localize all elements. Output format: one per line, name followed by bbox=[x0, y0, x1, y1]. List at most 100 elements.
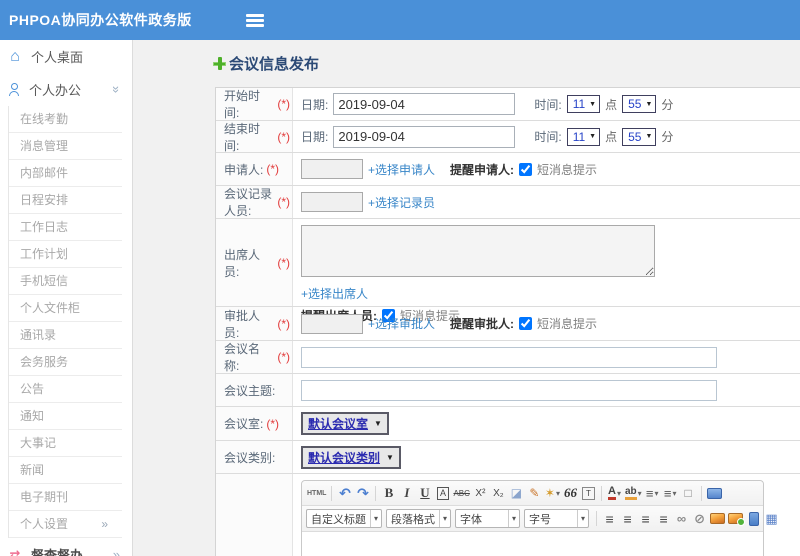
format-brush-icon[interactable]: ✎ bbox=[526, 484, 543, 502]
new-page-icon[interactable]: □ bbox=[680, 484, 697, 502]
sidebar-item-notice[interactable]: 通知 bbox=[9, 403, 122, 430]
redo-icon[interactable]: ↷ bbox=[354, 484, 371, 502]
heading-select[interactable]: 自定义标题 ▾ bbox=[306, 509, 383, 528]
sidebar-item-e-journal[interactable]: 电子期刊 bbox=[9, 484, 122, 511]
undo-icon[interactable]: ↶ bbox=[336, 484, 353, 502]
attendees-textarea[interactable] bbox=[301, 225, 655, 277]
sidebar-item-news[interactable]: 新闻 bbox=[9, 457, 122, 484]
font-color-button[interactable]: A ▾ bbox=[606, 484, 623, 502]
sidebar-item-messages[interactable]: 消息管理 bbox=[9, 133, 122, 160]
page-title: 会议信息发布 bbox=[213, 53, 800, 74]
eraser-icon[interactable]: ◪ bbox=[508, 484, 525, 502]
ordered-list-icon: ≡ bbox=[645, 485, 654, 501]
sidebar-item-announcement[interactable]: 公告 bbox=[9, 376, 122, 403]
meeting-name-input[interactable] bbox=[301, 346, 717, 368]
form-row-start-time: 开始时间: (*) 日期: 时间: 11 ▼ 点 55 bbox=[216, 88, 800, 121]
add-icon bbox=[213, 57, 226, 70]
required-marker: (*) bbox=[266, 162, 280, 176]
align-center-icon[interactable]: ≡ bbox=[619, 510, 636, 528]
approver-sms-checkbox[interactable] bbox=[519, 317, 533, 330]
hamburger-menu-icon[interactable] bbox=[245, 13, 264, 27]
sidebar-item-attendance[interactable]: 在线考勤 bbox=[9, 106, 122, 133]
end-minute-select[interactable]: 55 ▼ bbox=[622, 127, 657, 146]
form-row-meeting-category: 会议类别: 默认会议类别 ▼ bbox=[216, 441, 800, 474]
meeting-room-select[interactable]: 默认会议室 ▼ bbox=[301, 412, 389, 435]
html-source-button[interactable]: HTML bbox=[306, 484, 327, 502]
editor-content-area[interactable] bbox=[302, 532, 763, 556]
meeting-category-select[interactable]: 默认会议类别 ▼ bbox=[301, 445, 401, 469]
sidebar-item-supervise[interactable]: ⇄ 督查督办 » bbox=[0, 538, 132, 556]
font-family-select[interactable]: 字体 ▾ bbox=[455, 509, 521, 528]
caret-down-icon: ▼ bbox=[589, 100, 597, 108]
form-row-meeting-room: 会议室: (*) 默认会议室 ▼ bbox=[216, 407, 800, 441]
applicant-input[interactable] bbox=[301, 159, 363, 179]
align-right-icon[interactable]: ≡ bbox=[637, 510, 654, 528]
align-justify-icon[interactable]: ≡ bbox=[655, 510, 672, 528]
meeting-topic-input[interactable] bbox=[301, 379, 717, 401]
applicant-sms-checkbox[interactable] bbox=[519, 162, 533, 176]
recorder-input[interactable] bbox=[301, 192, 363, 212]
sidebar-item-contacts[interactable]: 通讯录 bbox=[9, 322, 122, 349]
sidebar-item-settings[interactable]: 个人设置 » bbox=[9, 511, 122, 538]
sidebar-item-office[interactable]: 个人办公 » bbox=[0, 73, 132, 106]
ordered-list-button[interactable]: ≡ ▾ bbox=[644, 484, 661, 502]
select-recorder-link[interactable]: +选择记录员 bbox=[368, 194, 435, 211]
insert-image-button[interactable] bbox=[727, 510, 746, 528]
blockquote-button[interactable]: 66 bbox=[562, 484, 579, 502]
field-label: 出席人员: bbox=[224, 247, 261, 279]
caret-small-icon: ▾ bbox=[577, 510, 588, 527]
select-approver-link[interactable]: +选择审批人 bbox=[368, 315, 435, 332]
bold-button[interactable]: B bbox=[380, 484, 397, 502]
caret-small-icon: ▾ bbox=[508, 510, 519, 527]
form-row-meeting-name: 会议名称: (*) bbox=[216, 341, 800, 374]
start-minute-select[interactable]: 55 ▼ bbox=[622, 95, 657, 113]
underline-button[interactable]: U bbox=[416, 484, 433, 502]
italic-button[interactable]: I bbox=[398, 484, 415, 502]
fullscreen-button[interactable] bbox=[706, 484, 723, 502]
unordered-list-button[interactable]: ≡ ▾ bbox=[662, 484, 679, 502]
select-attendees-link[interactable]: +选择出席人 bbox=[301, 285, 368, 302]
page-break-icon bbox=[748, 511, 759, 526]
main-content: 会议信息发布 开始时间: (*) 日期: 时间: 11 ▼ bbox=[133, 40, 800, 556]
paragraph-format-select[interactable]: 段落格式 ▾ bbox=[386, 509, 452, 528]
image-button[interactable] bbox=[709, 510, 726, 528]
sms-hint-label: 短消息提示 bbox=[537, 317, 598, 331]
sidebar-item-work-log[interactable]: 工作日志 bbox=[9, 214, 122, 241]
sidebar-item-desktop[interactable]: ⌂ 个人桌面 bbox=[0, 40, 132, 73]
link-icon[interactable]: ∞ bbox=[673, 510, 690, 528]
sidebar-item-file-cabinet[interactable]: 个人文件柜 bbox=[9, 295, 122, 322]
superscript-button[interactable]: X² bbox=[472, 484, 489, 502]
start-hour-select[interactable]: 11 ▼ bbox=[566, 95, 601, 113]
subscript-button[interactable]: X₂ bbox=[490, 484, 507, 502]
start-date-input[interactable] bbox=[333, 93, 516, 115]
sidebar-item-meeting-service[interactable]: 会务服务 bbox=[9, 349, 122, 376]
sidebar-item-sms[interactable]: 手机短信 bbox=[9, 268, 122, 295]
end-date-input[interactable] bbox=[333, 125, 516, 148]
table-icon[interactable]: ▦ bbox=[763, 510, 780, 528]
image-icon bbox=[710, 513, 726, 524]
sidebar-item-internal-mail[interactable]: 内部邮件 bbox=[9, 160, 122, 187]
approver-input[interactable] bbox=[301, 313, 363, 334]
remind-approver-label: 提醒审批人: bbox=[450, 317, 515, 331]
paste-format-icon[interactable]: T bbox=[582, 486, 595, 500]
caret-down-icon: ▼ bbox=[589, 133, 597, 140]
auto-typeset-button[interactable]: ✶ ▾ bbox=[544, 484, 561, 502]
unlink-icon[interactable]: ⊘ bbox=[691, 510, 708, 528]
char-border-button[interactable]: A bbox=[436, 486, 449, 500]
sidebar-item-schedule[interactable]: 日程安排 bbox=[9, 187, 122, 214]
field-label: 会议名称: bbox=[224, 342, 261, 373]
user-icon bbox=[8, 83, 20, 96]
highlight-icon: ab bbox=[624, 486, 637, 500]
sidebar-item-events[interactable]: 大事记 bbox=[9, 430, 122, 457]
select-applicant-link[interactable]: +选择申请人 bbox=[368, 161, 435, 178]
strikethrough-button[interactable]: ABC bbox=[452, 484, 470, 502]
top-bar: PHPOA协同办公软件政务版 bbox=[0, 0, 800, 40]
align-left-icon[interactable]: ≡ bbox=[601, 510, 618, 528]
required-marker: (*) bbox=[277, 255, 290, 270]
page-break-button[interactable] bbox=[745, 510, 762, 528]
font-size-select[interactable]: 字号 ▾ bbox=[524, 509, 590, 528]
end-hour-select[interactable]: 11 ▼ bbox=[566, 127, 601, 146]
sidebar-item-work-plan[interactable]: 工作计划 bbox=[9, 241, 122, 268]
highlight-color-button[interactable]: ab ▾ bbox=[624, 484, 643, 502]
form-row-content-editor: HTML ↶ ↷ B I U A ABC X² X₂ ◪ ✎ ✶ ▾ 66 T … bbox=[216, 474, 800, 556]
